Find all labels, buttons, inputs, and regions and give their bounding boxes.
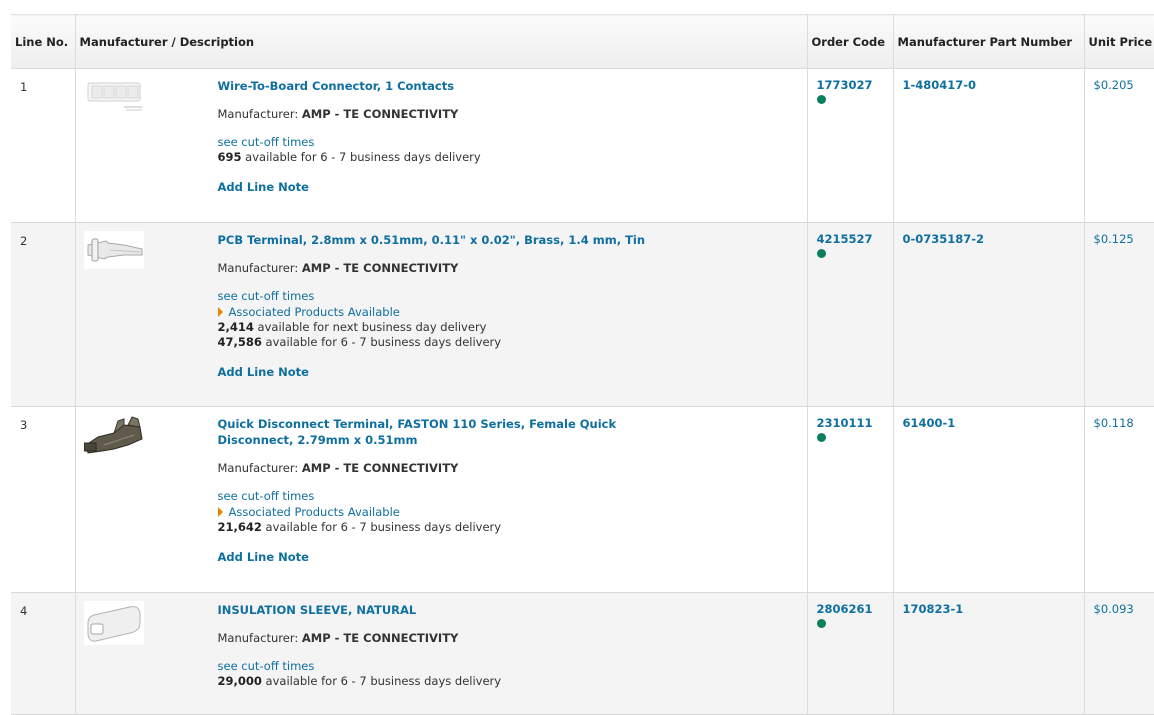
expand-arrow-icon xyxy=(217,507,223,517)
description-cell: INSULATION SLEEVE, NATURAL Manufacturer:… xyxy=(75,592,808,715)
order-code-cell: 2310111 xyxy=(807,406,894,593)
table-row: 4 INSULATION SLEEVE, NATURAL Manufacture… xyxy=(11,592,1154,715)
order-code-link[interactable]: 2806261 xyxy=(817,602,893,617)
column-header-description: Manufacturer / Description xyxy=(75,14,808,69)
product-title-link[interactable]: PCB Terminal, 2.8mm x 0.51mm, 0.11" x 0.… xyxy=(218,232,687,248)
availability-qty: 695 xyxy=(217,150,242,164)
availability-qty: 21,642 xyxy=(217,520,262,534)
manufacturer-label: Manufacturer: xyxy=(217,631,299,645)
mpn-cell[interactable]: 0-0735187-2 xyxy=(893,222,1085,407)
in-stock-dot-icon xyxy=(816,95,826,104)
availability-text: available for 6 - 7 business days delive… xyxy=(245,150,481,164)
manufacturer-line: Manufacturer: AMP - TE CONNECTIVITY xyxy=(218,460,687,476)
manufacturer-line: Manufacturer: AMP - TE CONNECTIVITY xyxy=(218,260,687,276)
availability-text: available for next business day delivery xyxy=(257,320,487,334)
add-line-note-link[interactable]: Add Line Note xyxy=(218,364,687,380)
cutoff-times-link[interactable]: see cut-off times xyxy=(218,488,687,504)
pcb-terminal-icon xyxy=(83,231,144,269)
add-line-note-link[interactable]: Add Line Note xyxy=(218,179,687,195)
faston-terminal-icon xyxy=(83,416,143,454)
availability-qty: 29,000 xyxy=(217,674,262,688)
cart-page: Line No. Manufacturer / Description Orde… xyxy=(11,14,1154,715)
manufacturer-label: Manufacturer: xyxy=(217,461,299,475)
availability-line: 695 available for 6 - 7 business days de… xyxy=(218,150,687,165)
associated-products-link[interactable]: Associated Products Available xyxy=(217,304,687,320)
product-title-link[interactable]: INSULATION SLEEVE, NATURAL xyxy=(218,602,687,618)
in-stock-dot-icon xyxy=(816,619,826,628)
column-header-mpn: Manufacturer Part Number xyxy=(893,14,1085,69)
connector-housing-icon xyxy=(87,82,142,111)
manufacturer-label: Manufacturer: xyxy=(217,261,299,275)
line-number: 4 xyxy=(11,592,76,715)
availability-line: 21,642 available for 6 - 7 business days… xyxy=(218,520,687,535)
product-title-link[interactable]: Quick Disconnect Terminal, FASTON 110 Se… xyxy=(218,416,687,448)
order-code-cell: 2806261 xyxy=(807,592,894,715)
table-row: 1 Wire-To-Board Connector, 1 Contacts Ma… xyxy=(11,68,1154,223)
manufacturer-name: AMP - TE CONNECTIVITY xyxy=(301,261,459,275)
line-number: 3 xyxy=(11,406,76,593)
availability-text: available for 6 - 7 business days delive… xyxy=(265,520,502,534)
associated-products-label: Associated Products Available xyxy=(228,505,400,519)
manufacturer-name: AMP - TE CONNECTIVITY xyxy=(301,107,459,121)
table-row: 3 Quick Disconnect Terminal, FASTON 110 … xyxy=(11,406,1154,593)
manufacturer-name: AMP - TE CONNECTIVITY xyxy=(301,631,459,645)
availability-text: available for 6 - 7 business days delive… xyxy=(265,335,502,349)
cart-table: Line No. Manufacturer / Description Orde… xyxy=(11,14,1154,715)
line-number: 1 xyxy=(11,68,76,223)
table-header: Line No. Manufacturer / Description Orde… xyxy=(11,14,1154,69)
order-code-link[interactable]: 2310111 xyxy=(817,416,893,431)
description-cell: Quick Disconnect Terminal, FASTON 110 Se… xyxy=(75,406,808,593)
availability-line: 2,414 available for next business day de… xyxy=(218,320,687,335)
mpn-cell[interactable]: 61400-1 xyxy=(893,406,1085,593)
product-title-link[interactable]: Wire-To-Board Connector, 1 Contacts xyxy=(218,78,687,94)
mpn-cell[interactable]: 170823-1 xyxy=(893,592,1085,715)
product-image[interactable] xyxy=(83,415,144,454)
product-image[interactable] xyxy=(84,77,144,115)
order-code-cell: 4215527 xyxy=(807,222,894,407)
table-row: 2 PCB Terminal, 2.8mm x 0.51mm, 0.11" x … xyxy=(11,222,1154,407)
associated-products-link[interactable]: Associated Products Available xyxy=(217,504,687,520)
in-stock-dot-icon xyxy=(816,249,826,258)
cutoff-times-link[interactable]: see cut-off times xyxy=(218,288,687,304)
unit-price[interactable]: $0.093 xyxy=(1084,592,1154,715)
manufacturer-line: Manufacturer: AMP - TE CONNECTIVITY xyxy=(218,630,687,646)
in-stock-dot-icon xyxy=(816,433,826,442)
column-header-unit-price: Unit Price xyxy=(1084,14,1154,69)
availability-text: available for 6 - 7 business days delive… xyxy=(265,674,502,688)
product-image[interactable] xyxy=(83,231,144,269)
manufacturer-name: AMP - TE CONNECTIVITY xyxy=(301,461,459,475)
availability-qty: 2,414 xyxy=(217,320,254,334)
cutoff-times-link[interactable]: see cut-off times xyxy=(218,134,687,150)
order-code-cell: 1773027 xyxy=(807,68,894,223)
unit-price[interactable]: $0.205 xyxy=(1084,68,1154,223)
add-line-note-link[interactable]: Add Line Note xyxy=(218,549,687,565)
column-header-order-code: Order Code xyxy=(807,14,894,69)
manufacturer-line: Manufacturer: AMP - TE CONNECTIVITY xyxy=(218,106,687,122)
expand-arrow-icon xyxy=(217,307,223,317)
description-cell: Wire-To-Board Connector, 1 Contacts Manu… xyxy=(75,68,808,223)
mpn-cell[interactable]: 1-480417-0 xyxy=(893,68,1085,223)
availability-qty: 47,586 xyxy=(217,335,262,349)
product-image[interactable] xyxy=(83,601,144,645)
availability-line: 29,000 available for 6 - 7 business days… xyxy=(218,674,687,689)
availability-line: 47,586 available for 6 - 7 business days… xyxy=(218,335,687,350)
order-code-link[interactable]: 1773027 xyxy=(817,78,893,93)
order-code-link[interactable]: 4215527 xyxy=(817,232,893,247)
manufacturer-label: Manufacturer: xyxy=(217,107,299,121)
description-cell: PCB Terminal, 2.8mm x 0.51mm, 0.11" x 0.… xyxy=(75,222,808,407)
line-number: 2 xyxy=(11,222,76,407)
column-header-line-no: Line No. xyxy=(11,14,76,69)
associated-products-label: Associated Products Available xyxy=(228,305,400,319)
cutoff-times-link[interactable]: see cut-off times xyxy=(218,658,687,674)
unit-price[interactable]: $0.118 xyxy=(1084,406,1154,593)
unit-price[interactable]: $0.125 xyxy=(1084,222,1154,407)
insulation-sleeve-icon xyxy=(83,601,144,645)
